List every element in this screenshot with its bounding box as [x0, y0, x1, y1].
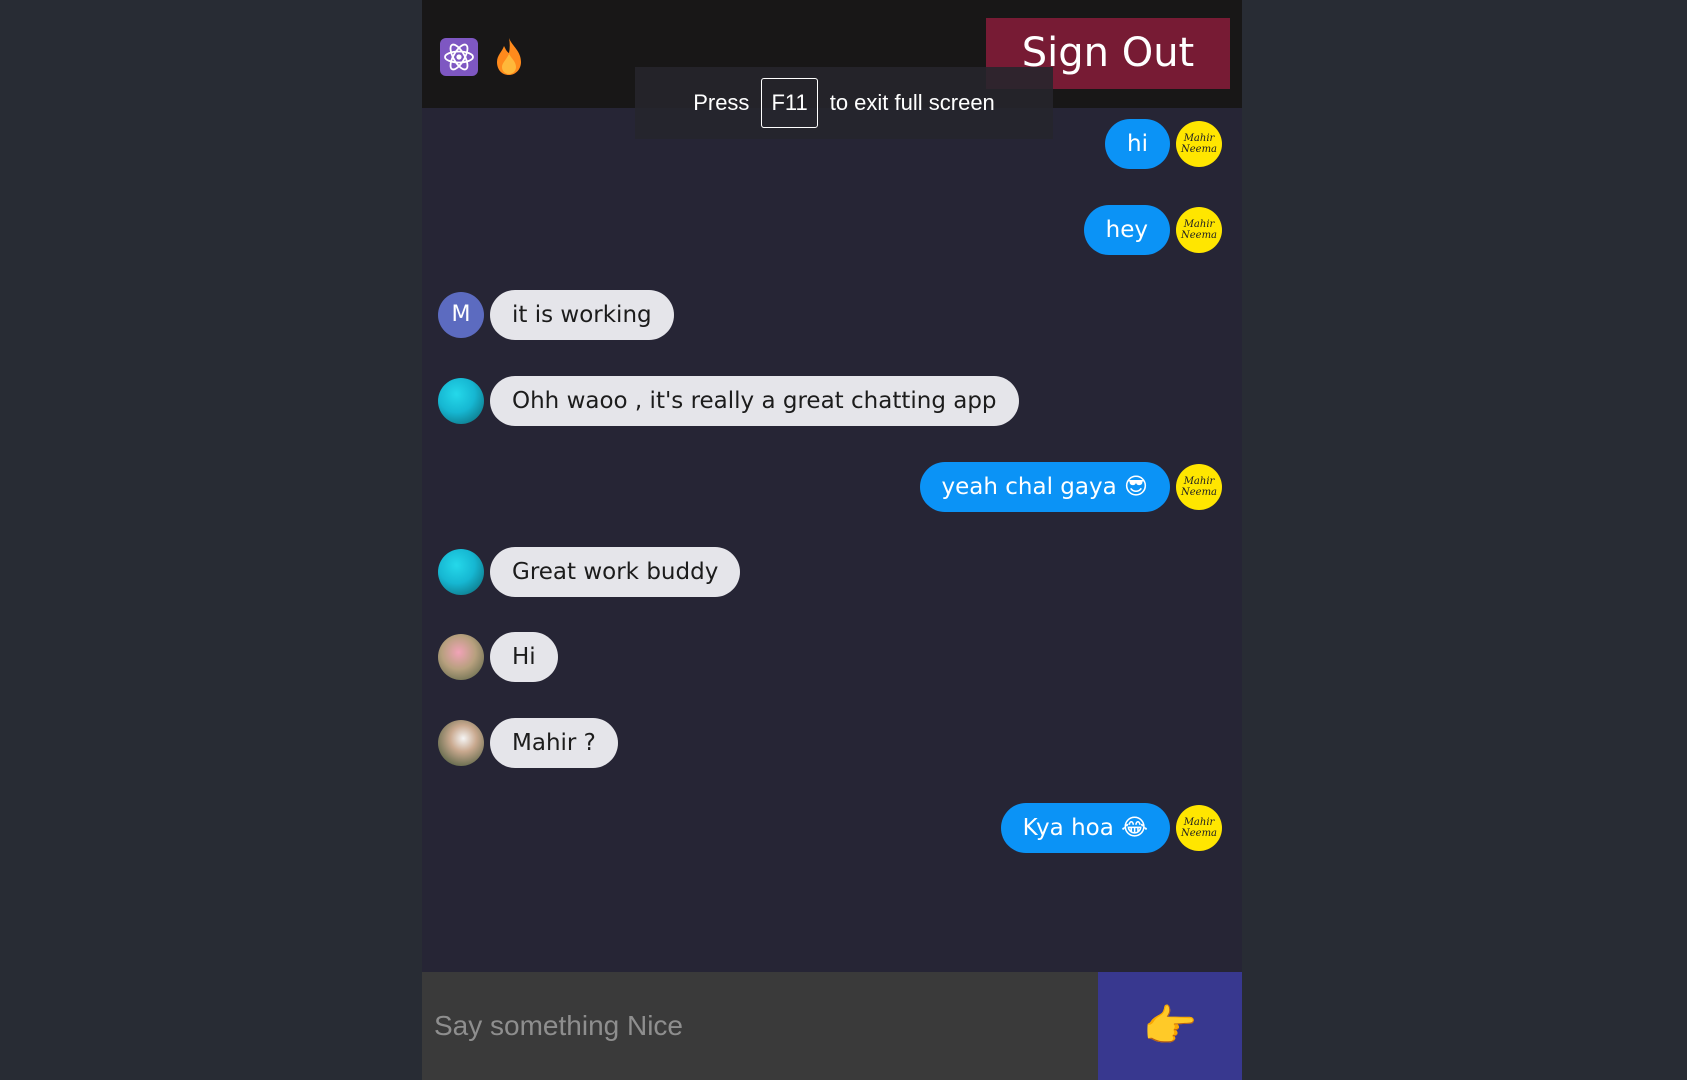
avatar: M	[438, 292, 484, 338]
avatar: Mahir Neema	[1176, 207, 1222, 253]
message-sent: Mahir Neema hey	[1083, 205, 1222, 255]
avatar-logo-text: Mahir Neema	[1180, 817, 1218, 839]
message-input[interactable]	[422, 972, 1098, 1080]
chat-app: Sign Out Mahir Neema hi Mahir Neema hey …	[422, 0, 1242, 1080]
message-received: Hi	[438, 632, 558, 682]
avatar-logo-text: Mahir Neema	[1180, 219, 1218, 241]
avatar: Mahir Neema	[1176, 464, 1222, 510]
message-bubble: hi	[1105, 119, 1170, 169]
message-received: M it is working	[438, 290, 674, 340]
avatar	[438, 634, 484, 680]
fullscreen-notice-text: to exit full screen	[829, 90, 995, 115]
message-bubble: Mahir ?	[490, 718, 618, 768]
send-button[interactable]: 👉	[1098, 972, 1242, 1080]
avatar-logo-text: Mahir Neema	[1180, 476, 1218, 498]
message-sent: Mahir Neema Kya hoa 😂	[1000, 803, 1222, 853]
message-bubble: Kya hoa 😂	[1000, 803, 1170, 853]
message-sent: Mahir Neema yeah chal gaya 😎	[919, 462, 1222, 512]
message-bubble: Hi	[490, 632, 558, 682]
fullscreen-notice-press: Press	[693, 90, 750, 115]
message-bubble: it is working	[490, 290, 674, 340]
fullscreen-key-badge: F11	[761, 78, 818, 128]
avatar	[438, 549, 484, 595]
message-bubble: hey	[1083, 205, 1170, 255]
avatar-logo-text: Mahir Neema	[1180, 133, 1218, 155]
message-received: Great work buddy	[438, 547, 741, 597]
message-composer: 👉	[422, 972, 1242, 1080]
message-bubble: Ohh waoo , it's really a great chatting …	[490, 376, 1019, 426]
message-list: Mahir Neema hi Mahir Neema hey M it is w…	[422, 108, 1242, 972]
message-received: Ohh waoo , it's really a great chatting …	[438, 376, 1019, 426]
avatar: Mahir Neema	[1176, 805, 1222, 851]
fullscreen-notice: Press F11 to exit full screen	[635, 67, 1053, 139]
message-bubble: Great work buddy	[490, 547, 741, 597]
message-bubble: yeah chal gaya 😎	[919, 462, 1170, 512]
avatar	[438, 720, 484, 766]
firebase-flame-icon	[492, 36, 526, 76]
message-sent: Mahir Neema hi	[1105, 119, 1222, 169]
react-logo-icon	[440, 38, 478, 76]
message-received: Mahir ?	[438, 718, 618, 768]
avatar	[438, 378, 484, 424]
avatar: Mahir Neema	[1176, 121, 1222, 167]
